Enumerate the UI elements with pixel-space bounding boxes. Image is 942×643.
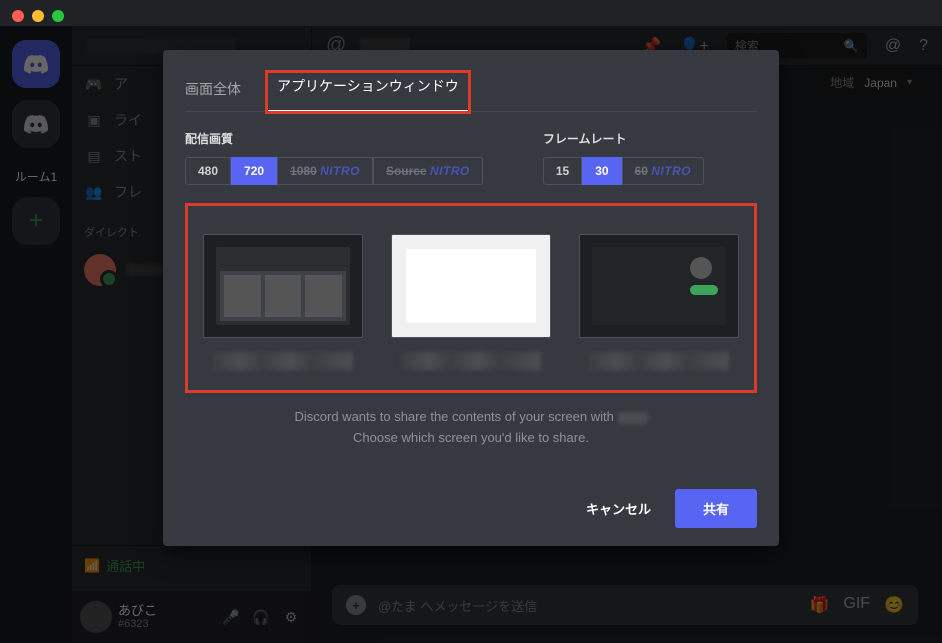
fps-60-button[interactable]: 60 NITRO <box>622 157 705 185</box>
stream-settings: 配信画質 480 720 1080 NITRO Source NITRO フレー… <box>185 130 757 185</box>
fullscreen-window-button[interactable] <box>52 10 64 22</box>
fps-30-button[interactable]: 30 <box>582 157 621 185</box>
window-title <box>401 352 541 370</box>
window-option-1[interactable] <box>200 234 366 370</box>
quality-segmented: 480 720 1080 NITRO Source NITRO <box>185 157 483 185</box>
window-title <box>213 352 353 370</box>
minimize-window-button[interactable] <box>32 10 44 22</box>
window-option-2[interactable] <box>388 234 554 370</box>
quality-group: 配信画質 480 720 1080 NITRO Source NITRO <box>185 130 483 185</box>
share-button[interactable]: 共有 <box>675 489 757 528</box>
window-traffic-lights <box>12 10 64 22</box>
quality-source-button[interactable]: Source NITRO <box>373 157 483 185</box>
quality-label: 配信画質 <box>185 130 483 147</box>
quality-480-button[interactable]: 480 <box>185 157 231 185</box>
tab-fullscreen[interactable]: 画面全体 <box>185 72 241 111</box>
share-line2: Choose which screen you'd like to share. <box>353 430 589 445</box>
tab-app-window[interactable]: アプリケーションウィンドウ <box>267 72 469 112</box>
window-thumbnail <box>203 234 363 338</box>
window-option-3[interactable] <box>576 234 742 370</box>
share-source-tabs: 画面全体 アプリケーションウィンドウ <box>185 72 757 112</box>
share-line1: Discord wants to share the contents of y… <box>295 409 618 424</box>
quality-1080-button[interactable]: 1080 NITRO <box>277 157 373 185</box>
share-permission-text: Discord wants to share the contents of y… <box>185 407 757 449</box>
fps-15-button[interactable]: 15 <box>543 157 582 185</box>
window-title <box>589 352 729 370</box>
modal-footer: キャンセル 共有 <box>185 489 757 528</box>
window-thumbnail <box>391 234 551 338</box>
close-window-button[interactable] <box>12 10 24 22</box>
window-options <box>185 203 757 393</box>
modal-overlay: 画面全体 アプリケーションウィンドウ 配信画質 480 720 1080 NIT… <box>0 26 942 643</box>
framerate-group: フレームレート 15 30 60 NITRO <box>543 130 704 185</box>
screen-share-modal: 画面全体 アプリケーションウィンドウ 配信画質 480 720 1080 NIT… <box>163 50 779 546</box>
redacted-app-name <box>618 412 648 424</box>
framerate-label: フレームレート <box>543 130 704 147</box>
quality-720-button[interactable]: 720 <box>231 157 277 185</box>
framerate-segmented: 15 30 60 NITRO <box>543 157 704 185</box>
window-thumbnail <box>579 234 739 338</box>
cancel-button[interactable]: キャンセル <box>568 489 669 528</box>
